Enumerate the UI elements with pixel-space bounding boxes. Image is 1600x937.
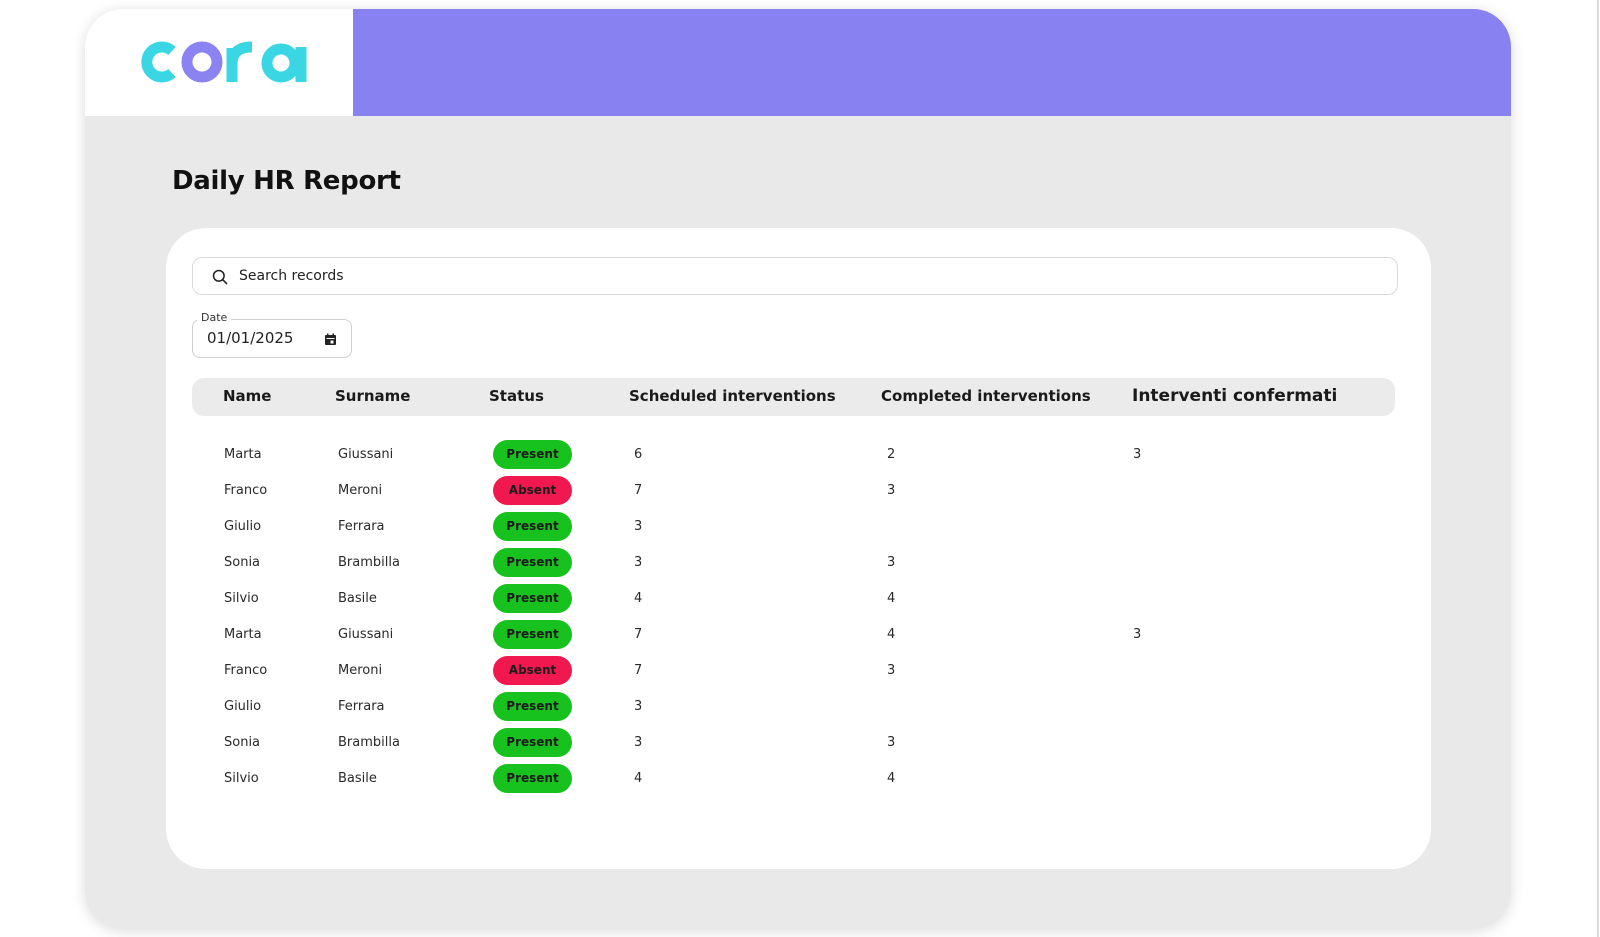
table-row[interactable]: Marta Giussani 7 4 3 Present — [192, 620, 1395, 650]
table-row[interactable]: Sonia Brambilla 3 3 Present — [192, 548, 1395, 578]
header-band — [353, 9, 1511, 116]
cell-name: Silvio — [224, 771, 259, 786]
cell-confirmed: 3 — [1133, 447, 1142, 462]
cell-scheduled: 4 — [634, 591, 643, 606]
cell-name: Sonia — [224, 735, 261, 750]
status-badge: Present — [493, 440, 572, 469]
cell-surname: Giussani — [338, 447, 394, 462]
page-title: Daily HR Report — [172, 166, 401, 196]
calendar-icon[interactable] — [324, 333, 337, 346]
cell-scheduled: 7 — [634, 663, 643, 678]
search-icon — [212, 269, 228, 285]
date-label: Date — [197, 311, 232, 324]
column-header-scheduled[interactable]: Scheduled interventions — [629, 387, 836, 405]
table-row[interactable]: Giulio Ferrara 3 Present — [192, 692, 1395, 722]
cell-completed: 2 — [887, 447, 896, 462]
app-window: Daily HR Report Date 01/01/2025 Name Sur… — [85, 9, 1511, 929]
status-badge: Absent — [493, 476, 572, 505]
cell-name: Marta — [224, 447, 262, 462]
cell-surname: Giussani — [338, 627, 394, 642]
table-row[interactable]: Silvio Basile 4 4 Present — [192, 584, 1395, 614]
column-header-surname[interactable]: Surname — [335, 387, 410, 405]
cell-name: Franco — [224, 663, 268, 678]
cell-surname: Brambilla — [338, 735, 400, 750]
cell-completed: 4 — [887, 627, 896, 642]
search-input[interactable] — [239, 268, 839, 284]
table-row[interactable]: Sonia Brambilla 3 3 Present — [192, 728, 1395, 758]
table-row[interactable]: Marta Giussani 6 2 3 Present — [192, 440, 1395, 470]
table-row[interactable]: Franco Meroni 7 3 Absent — [192, 656, 1395, 686]
status-badge: Present — [493, 692, 572, 721]
cell-surname: Brambilla — [338, 555, 400, 570]
status-badge: Absent — [493, 656, 572, 685]
cell-scheduled: 3 — [634, 519, 643, 534]
cell-scheduled: 3 — [634, 735, 643, 750]
cell-name: Sonia — [224, 555, 261, 570]
cell-surname: Basile — [338, 591, 377, 606]
search-bar[interactable] — [192, 257, 1398, 295]
cell-completed: 4 — [887, 771, 896, 786]
table-row[interactable]: Franco Meroni 7 3 Absent — [192, 476, 1395, 506]
cell-name: Silvio — [224, 591, 259, 606]
table-body: Marta Giussani 6 2 3 Present Franco Meroni 7 3 Abs… — [192, 440, 1395, 810]
cell-surname: Ferrara — [338, 519, 385, 534]
cell-completed: 3 — [887, 483, 896, 498]
cell-completed: 4 — [887, 591, 896, 606]
status-badge: Present — [493, 548, 572, 577]
table-row[interactable]: Silvio Basile 4 4 Present — [192, 764, 1395, 794]
cell-completed: 3 — [887, 663, 896, 678]
table-row[interactable]: Giulio Ferrara 3 Present — [192, 512, 1395, 542]
column-header-completed[interactable]: Completed interventions — [881, 387, 1091, 405]
status-badge: Present — [493, 728, 572, 757]
logo-area — [85, 9, 353, 116]
cell-surname: Basile — [338, 771, 377, 786]
cell-surname: Meroni — [338, 663, 383, 678]
cell-scheduled: 3 — [634, 555, 643, 570]
cell-scheduled: 7 — [634, 483, 643, 498]
status-badge: Present — [493, 512, 572, 541]
cell-confirmed: 3 — [1133, 627, 1142, 642]
status-badge: Present — [493, 620, 572, 649]
cell-name: Franco — [224, 483, 268, 498]
cell-completed: 3 — [887, 555, 896, 570]
cell-name: Giulio — [224, 699, 262, 714]
cell-completed: 3 — [887, 735, 896, 750]
status-badge: Present — [493, 584, 572, 613]
date-value[interactable]: 01/01/2025 — [207, 329, 293, 347]
cell-scheduled: 3 — [634, 699, 643, 714]
cell-surname: Ferrara — [338, 699, 385, 714]
cell-scheduled: 7 — [634, 627, 643, 642]
top-bar — [85, 9, 1511, 116]
column-header-name[interactable]: Name — [223, 387, 271, 405]
status-badge: Present — [493, 764, 572, 793]
column-header-status[interactable]: Status — [489, 387, 544, 405]
cell-scheduled: 6 — [634, 447, 643, 462]
window-edge — [1597, 0, 1599, 937]
cora-logo[interactable] — [129, 31, 309, 89]
cell-scheduled: 4 — [634, 771, 643, 786]
date-field[interactable]: Date 01/01/2025 — [192, 311, 352, 358]
cell-name: Giulio — [224, 519, 262, 534]
cell-surname: Meroni — [338, 483, 383, 498]
table-header: Name Surname Status Scheduled interventi… — [192, 378, 1395, 416]
report-card: Date 01/01/2025 Name Surname Status Sche… — [166, 228, 1431, 869]
cell-name: Marta — [224, 627, 262, 642]
column-header-confirmed[interactable]: Interventi confermati — [1132, 386, 1337, 406]
